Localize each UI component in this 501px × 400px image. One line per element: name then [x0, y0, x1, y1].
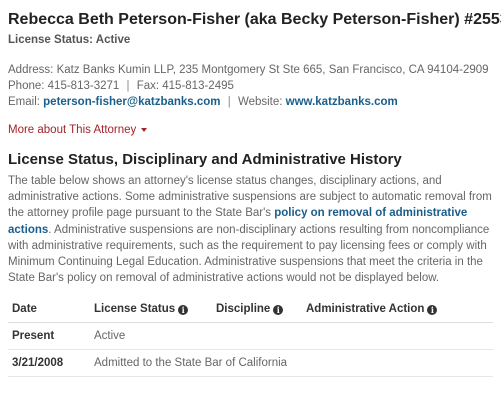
header-discipline-label: Discipline [216, 303, 271, 316]
attorney-name: Rebecca Beth Peterson-Fisher (aka Becky … [8, 11, 501, 28]
header-date-label: Date [12, 303, 37, 316]
more-about-attorney-label: More about This Attorney [8, 124, 137, 136]
row-discipline [212, 322, 302, 351]
header-date: Date [8, 296, 90, 324]
address-label: Address: [8, 64, 54, 76]
fax-label: Fax: [136, 80, 160, 92]
table-header-row: Date License Status i Discipline i Adminis… [8, 296, 493, 324]
license-status-label: License Status: [8, 34, 93, 46]
info-circle-icon[interactable]: i [178, 305, 189, 316]
email-link[interactable]: peterson-fisher@katzbanks.com [43, 96, 220, 108]
website-link[interactable]: www.katzbanks.com [286, 96, 398, 108]
table-row: Present Active [8, 322, 493, 351]
contact-info: Address: Katz Banks Kumin LLP, 235 Montg… [8, 62, 493, 110]
header-admin-action-label: Administrative Action [306, 303, 425, 316]
row-license-status: Active [90, 322, 212, 351]
license-status-value: Active [95, 34, 131, 46]
attorney-profile: Rebecca Beth Peterson-Fisher (aka Becky … [0, 0, 501, 378]
history-table: Date License Status i Discipline i Adminis… [8, 296, 493, 378]
separator: | [126, 80, 130, 92]
header-license-status-label: License Status [94, 303, 176, 316]
fax-value: 415-813-2495 [162, 80, 234, 92]
license-status-line: License Status: Active [8, 32, 493, 48]
more-about-attorney-toggle[interactable]: More about This Attorney [8, 122, 148, 138]
email-label: Email: [8, 96, 40, 108]
separator: | [227, 96, 231, 108]
phone-line: Phone: 415-813-3271 | Fax: 415-813-2495 [8, 78, 493, 94]
row-date: 3/21/2008 [8, 349, 90, 378]
table-row: 3/21/2008 Admitted to the State Bar of C… [8, 349, 493, 378]
email-line: Email: peterson-fisher@katzbanks.com | W… [8, 94, 493, 110]
header-discipline: Discipline i [212, 296, 302, 324]
address-value: Katz Banks Kumin LLP, 235 Montgomery St … [56, 64, 489, 76]
row-admin-action [302, 322, 493, 351]
header-administrative-action: Administrative Action i [302, 296, 493, 324]
address-line: Address: Katz Banks Kumin LLP, 235 Montg… [8, 62, 493, 78]
row-date: Present [8, 322, 90, 351]
history-description: The table below shows an attorney's lice… [8, 173, 493, 286]
description-text-2: . Administrative suspensions are non-dis… [8, 223, 490, 285]
header-license-status: License Status i [90, 296, 212, 324]
website-label: Website: [237, 96, 283, 108]
info-circle-icon[interactable]: i [273, 305, 284, 316]
history-section-title: License Status, Disciplinary and Adminis… [8, 151, 402, 168]
info-circle-icon[interactable]: i [427, 305, 438, 316]
row-license-status: Admitted to the State Bar of California [90, 349, 493, 378]
phone-value: 415-813-3271 [47, 80, 120, 92]
phone-label: Phone: [8, 80, 45, 92]
caret-down-icon [141, 128, 148, 132]
